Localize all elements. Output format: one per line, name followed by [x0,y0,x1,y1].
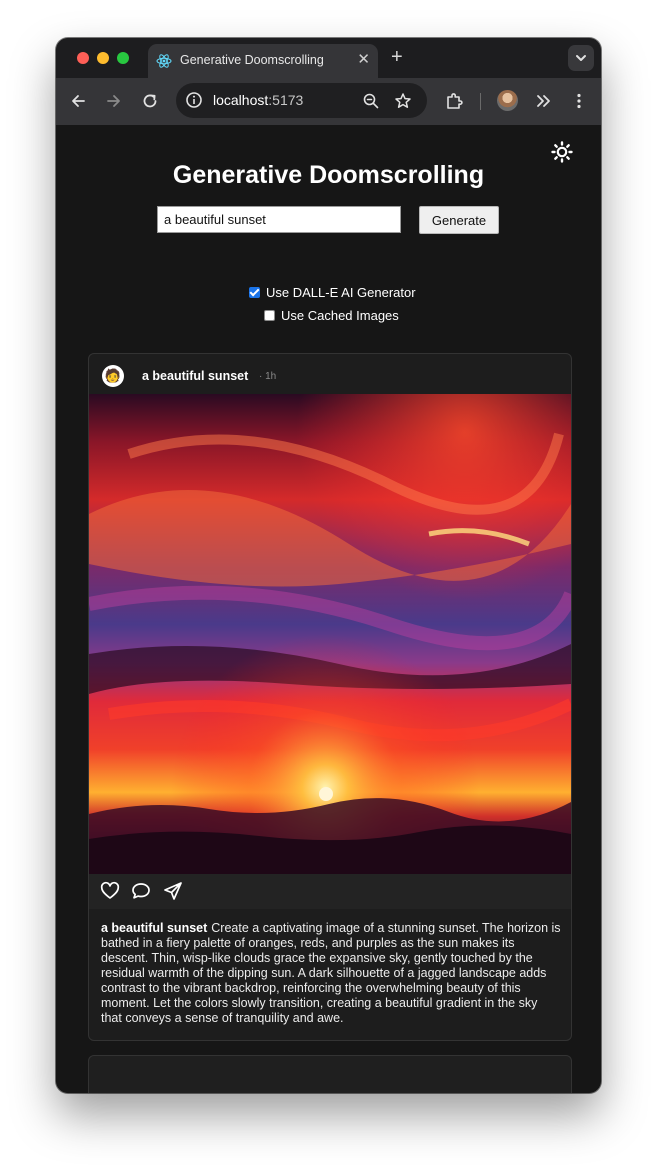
address-bar[interactable]: localhost:5173 [176,83,427,118]
tab-strip: Generative Doomscrolling ✕ + [56,38,601,78]
caption-text: Create a captivating image of a stunning… [101,921,561,1025]
post-time: · 1h [259,371,277,382]
url-host: localhost [213,92,269,108]
next-post-card [88,1055,572,1093]
dalle-option-label: Use DALL-E AI Generator [266,285,416,300]
avatar[interactable]: 🧑 [102,365,124,387]
toolbar-divider [480,93,481,110]
post-actions [89,874,571,909]
page-title: Generative Doomscrolling [172,161,485,189]
back-arrow-icon[interactable] [69,92,87,110]
react-logo-icon [156,54,172,68]
send-icon[interactable] [163,881,183,901]
reload-icon[interactable] [141,92,159,110]
caption-title: a beautiful sunset [101,921,208,935]
dalle-option[interactable]: Use DALL-E AI Generator [249,284,416,302]
star-icon[interactable] [394,92,412,110]
url-text: localhost:5173 [213,92,303,108]
heart-icon[interactable] [100,881,120,901]
page-content: Generative Doomscrolling Generate Use DA… [56,125,601,1093]
plus-icon[interactable]: + [391,46,403,68]
window-minimize-button[interactable] [97,52,109,64]
more-vert-icon[interactable] [569,91,589,111]
close-icon[interactable]: ✕ [357,51,370,69]
browser-window: Generative Doomscrolling ✕ + localhost:5… [56,38,601,1093]
post-caption: a beautiful sunset Create a captivating i… [101,921,561,1026]
overflow-chevrons-icon[interactable] [533,91,553,111]
browser-tab[interactable]: Generative Doomscrolling ✕ [148,44,378,78]
tab-title: Generative Doomscrolling [180,53,324,67]
prompt-input[interactable] [157,206,401,233]
window-close-button[interactable] [77,52,89,64]
url-port: :5173 [268,92,304,108]
cached-images-option-label: Use Cached Images [281,308,399,323]
post-image[interactable] [89,394,571,874]
tab-search-button[interactable] [568,45,594,71]
chevron-down-icon [576,55,586,61]
post-header: 🧑 a beautiful sunset · 1h [89,354,571,394]
extensions-icon[interactable] [444,91,464,111]
zoom-icon[interactable] [362,92,380,110]
post-card: 🧑 a beautiful sunset · 1h a beautiful su… [88,353,572,1041]
forward-arrow-icon[interactable] [105,92,123,110]
comment-icon[interactable] [131,881,151,901]
browser-toolbar: localhost:5173 [56,78,601,125]
post-username[interactable]: a beautiful sunset [142,369,248,383]
cached-images-checkbox[interactable] [264,310,275,322]
generate-button[interactable]: Generate [419,206,499,234]
profile-avatar[interactable] [497,90,518,111]
dalle-checkbox[interactable] [249,287,260,299]
window-maximize-button[interactable] [117,52,129,64]
info-icon[interactable] [185,91,203,109]
cached-images-option[interactable]: Use Cached Images [264,307,399,325]
